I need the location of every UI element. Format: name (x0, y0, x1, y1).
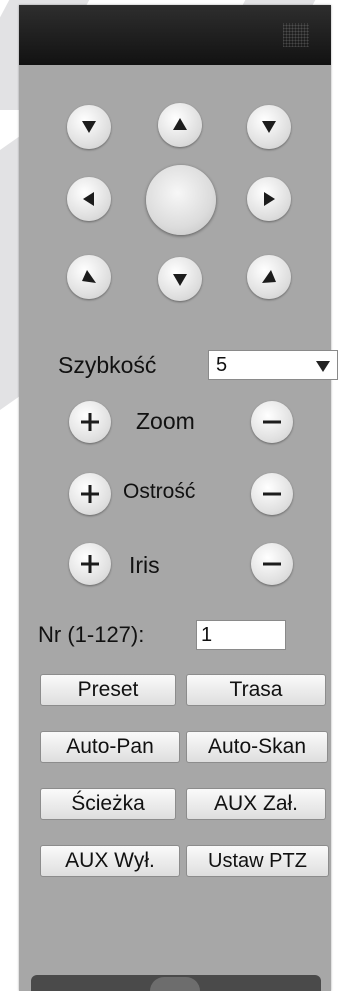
iris-open-button[interactable] (69, 543, 111, 585)
speed-select[interactable]: 5 (208, 350, 338, 380)
pattern-button[interactable]: Ścieżka (40, 788, 176, 820)
minus-icon (263, 492, 281, 496)
arrow-up-right-icon (262, 270, 276, 283)
focus-far-button[interactable] (251, 473, 293, 515)
tilt-down-button[interactable] (158, 257, 202, 301)
focus-label: Ostrość (123, 480, 196, 503)
plus-icon (81, 413, 99, 431)
arrow-down-left-icon (82, 121, 96, 133)
zoom-out-button[interactable] (251, 401, 293, 443)
iris-close-button[interactable] (251, 543, 293, 585)
pan-down-left-button[interactable] (67, 255, 111, 299)
preset-button[interactable]: Preset (40, 674, 176, 706)
pan-right-button[interactable] (247, 177, 291, 221)
grip-icon (283, 23, 309, 47)
aux-on-button[interactable]: AUX Zał. (186, 788, 326, 820)
collapse-handle[interactable] (150, 977, 200, 991)
arrow-left-icon (83, 192, 94, 206)
plus-icon (81, 485, 99, 503)
ptz-setup-button[interactable]: Ustaw PTZ (186, 845, 329, 877)
pan-up-left-button[interactable] (67, 105, 111, 149)
iris-label: Iris (129, 552, 160, 578)
focus-near-button[interactable] (69, 473, 111, 515)
zoom-label: Zoom (136, 408, 195, 434)
arrow-down-right-icon (262, 121, 276, 133)
arrow-up-left-icon (82, 270, 96, 283)
speed-label: Szybkość (58, 352, 157, 378)
minus-icon (263, 562, 281, 566)
pan-up-right-button[interactable] (247, 105, 291, 149)
zoom-in-button[interactable] (69, 401, 111, 443)
arrow-down-icon (173, 274, 187, 286)
tilt-up-button[interactable] (158, 103, 202, 147)
chevron-down-icon (316, 361, 330, 372)
speed-value: 5 (216, 354, 228, 376)
arrow-up-icon (173, 118, 187, 130)
arrow-right-icon (264, 192, 275, 206)
preset-number-label: Nr (1-127): (38, 622, 145, 647)
plus-icon (81, 555, 99, 573)
minus-icon (263, 420, 281, 424)
pan-left-button[interactable] (67, 177, 111, 221)
ptz-center-button[interactable] (146, 165, 216, 235)
panel-header[interactable] (19, 5, 331, 65)
preset-number-input[interactable] (196, 620, 286, 650)
tour-button[interactable]: Trasa (186, 674, 326, 706)
auto-pan-button[interactable]: Auto-Pan (40, 731, 180, 763)
pan-down-right-button[interactable] (247, 255, 291, 299)
auto-scan-button[interactable]: Auto-Skan (186, 731, 328, 763)
aux-off-button[interactable]: AUX Wył. (40, 845, 180, 877)
